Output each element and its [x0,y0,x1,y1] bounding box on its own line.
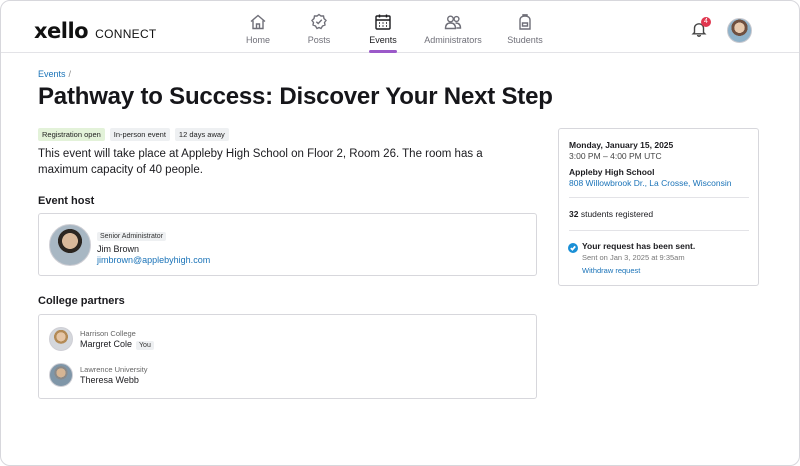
partner-avatar [49,327,73,351]
calendar-icon [375,14,391,30]
registration-status-tag: Registration open [38,128,105,141]
nav-home-label: Home [245,35,270,45]
main-nav: Home Posts Events Administrators Student… [233,13,555,53]
college-partners-heading: College partners [38,295,125,307]
event-tags: Registration open In-person event 12 day… [38,128,234,141]
request-sent-timestamp: Sent on Jan 3, 2025 at 9:35am [582,253,685,262]
nav-events[interactable]: Events [355,13,411,53]
page-title: Pathway to Success: Discover Your Next S… [38,83,553,110]
host-role-badge: Senior Administrator [97,232,167,241]
event-host-heading: Event host [38,195,95,207]
host-name: Jim Brown [97,244,140,254]
divider [569,230,749,231]
breadcrumb-events-link[interactable]: Events [38,69,66,79]
top-navigation-bar: xello CONNECT Home Posts Events Administ… [1,1,799,53]
event-type-tag: In-person event [109,128,170,141]
registered-count: 32 students registered [569,209,653,219]
nav-events-label: Events [369,35,397,45]
logo-subtitle: CONNECT [95,27,157,41]
event-date: Monday, January 15, 2025 [569,140,674,150]
event-time: 3:00 PM – 4:00 PM UTC [569,151,662,161]
you-badge: You [136,341,154,350]
backpack-icon [519,14,531,30]
user-avatar[interactable] [727,18,752,43]
app-window: xello CONNECT Home Posts Events Administ… [0,0,800,466]
nav-administrators[interactable]: Administrators [411,13,495,53]
event-details-panel: Monday, January 15, 2025 3:00 PM – 4:00 … [558,128,759,286]
home-icon [250,14,266,30]
host-email-link[interactable]: jimbrown@applebyhigh.com [97,255,210,265]
badge-check-icon [311,13,327,30]
logo-wordmark: xello [34,19,89,43]
breadcrumb-separator: / [68,69,72,79]
partner-name: Theresa Webb [80,375,139,385]
xello-connect-logo[interactable]: xello CONNECT [34,19,157,43]
partner-name-text: Margret Cole [80,339,133,349]
withdraw-request-link[interactable]: Withdraw request [582,266,640,275]
nav-students[interactable]: Students [495,13,555,53]
notification-count-badge: 4 [701,17,711,27]
users-icon [444,15,462,30]
nav-posts[interactable]: Posts [283,13,355,53]
nav-home[interactable]: Home [233,13,283,53]
registered-suffix: students registered [578,209,654,219]
event-host-card: Senior Administrator Jim Brown jimbrown@… [38,213,537,276]
partner-school: Lawrence University [80,365,148,374]
college-partners-card: Harrison College Margret Cole You Lawrenc… [38,314,537,399]
event-address-link[interactable]: 808 Willowbrook Dr., La Crosse, Wisconsi… [569,178,732,188]
partner-avatar [49,363,73,387]
nav-administrators-label: Administrators [424,35,482,45]
partner-name: Margret Cole You [80,339,154,350]
request-status: Your request has been sent. [582,241,696,251]
event-description: This event will take place at Appleby Hi… [38,148,483,176]
partner-school: Harrison College [80,329,136,338]
partner-item: Harrison College Margret Cole You [49,327,349,355]
breadcrumb: Events / [38,69,71,79]
event-venue: Appleby High School [569,167,655,177]
partner-item: Lawrence University Theresa Webb [49,363,349,391]
check-circle-icon [568,243,578,253]
divider [569,197,749,198]
host-avatar [49,224,91,266]
nav-students-label: Students [507,35,543,45]
notifications-button[interactable]: 4 [691,17,711,39]
nav-posts-label: Posts [307,35,331,45]
countdown-tag: 12 days away [174,128,229,141]
